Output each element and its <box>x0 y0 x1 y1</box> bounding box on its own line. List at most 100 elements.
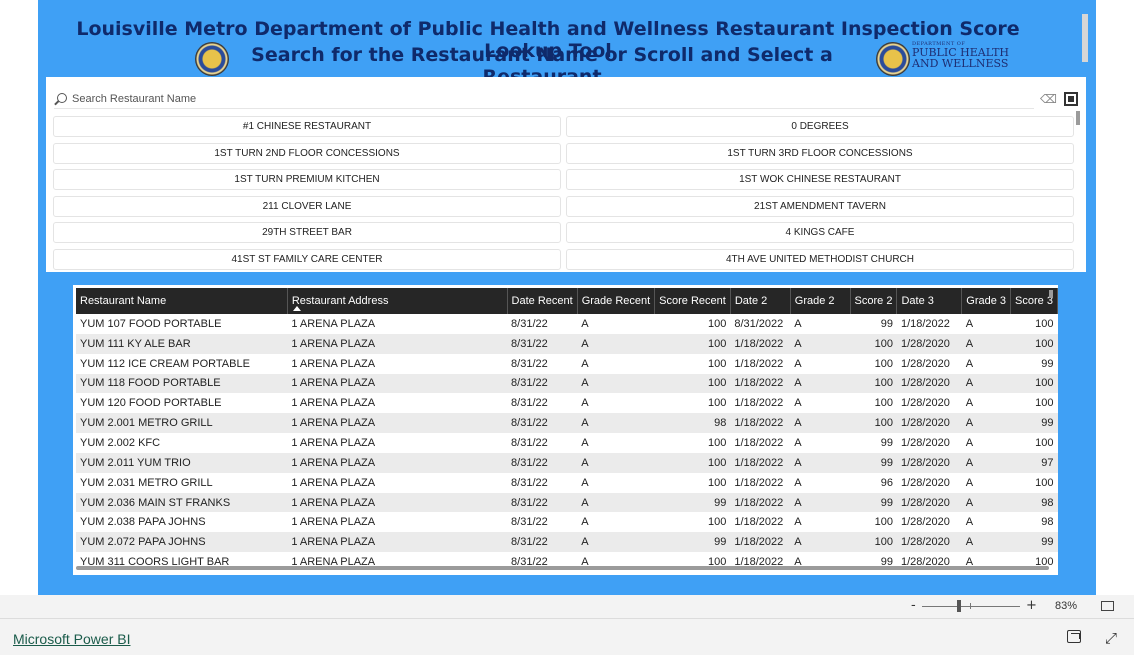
table-cell: 1/18/2022 <box>730 413 791 434</box>
table-row[interactable]: YUM 107 FOOD PORTABLE 1 ARENA PLAZA 8/31/2… <box>76 314 1058 334</box>
table-row[interactable]: YUM 2.031 METRO GRILL 1 ARENA PLAZA 8/31/2… <box>76 473 1058 493</box>
column-header[interactable]: Grade Recent <box>577 288 656 314</box>
search-placeholder: Search Restaurant Name <box>72 93 197 105</box>
column-header[interactable]: Restaurant Name <box>76 288 288 314</box>
zoom-slider-track[interactable] <box>922 606 1020 607</box>
table-cell: A <box>965 357 974 370</box>
column-header[interactable]: Date Recent <box>507 288 578 314</box>
slicer-item[interactable]: 1ST TURN 2ND FLOOR CONCESSIONS <box>53 142 561 164</box>
table-row[interactable]: YUM 2.072 PAPA JOHNS 1 ARENA PLAZA 8/31/22… <box>76 532 1058 553</box>
table-row[interactable]: YUM 2.002 KFC 1 ARENA PLAZA 8/31/22 A 100 1/1… <box>76 433 1058 453</box>
table-cell: A <box>790 492 851 513</box>
slicer-item[interactable]: 29TH STREET BAR <box>53 222 561 243</box>
column-header[interactable]: Score Recent <box>654 288 731 314</box>
table-cell: 1/28/2020 <box>900 357 950 370</box>
fit-to-page-icon[interactable] <box>1101 601 1114 611</box>
slicer-scrollbar[interactable] <box>1076 111 1080 125</box>
expand-icon[interactable]: ⤢ <box>1105 629 1117 647</box>
column-header-label: Score 3 <box>1015 295 1053 307</box>
search-icon <box>57 93 67 103</box>
table-row[interactable]: YUM 111 KY ALE BAR 1 ARENA PLAZA 8/31/22 A 1… <box>76 333 1058 354</box>
eraser-icon[interactable]: ⌫ <box>1040 92 1057 106</box>
table-cell: 100 <box>654 333 731 354</box>
table-row[interactable]: YUM 2.011 YUM TRIO 1 ARENA PLAZA 8/31/22 A 1… <box>76 452 1058 473</box>
table-cell: YUM 111 KY ALE BAR <box>76 333 288 354</box>
power-bi-link[interactable]: Microsoft Power BI <box>13 631 130 647</box>
slicer-item[interactable]: 1ST WOK CHINESE RESTAURANT <box>566 169 1074 190</box>
table-horizontal-scrollbar[interactable] <box>76 566 1049 570</box>
slicer-item[interactable]: 4 KINGS CAFE <box>566 222 1074 243</box>
table-row[interactable]: YUM 2.036 MAIN ST FRANKS 1 ARENA PLAZA 8/3… <box>76 492 1058 513</box>
slicer-item[interactable]: 41ST ST FAMILY CARE CENTER <box>53 248 561 270</box>
table-cell: A <box>961 452 1011 473</box>
table-cell: 100 <box>874 516 893 529</box>
table-row[interactable]: YUM 112 ICE CREAM PORTABLE 1 ARENA PLAZA 8… <box>76 354 1058 374</box>
slicer-item[interactable]: 1ST TURN 3RD FLOOR CONCESSIONS <box>566 142 1074 164</box>
column-header-label: Score 2 <box>854 295 893 307</box>
page-scrollbar[interactable] <box>1082 14 1088 62</box>
slicer-item[interactable]: 1ST TURN PREMIUM KITCHEN <box>53 169 561 190</box>
table-cell: YUM 2.001 METRO GRILL <box>76 413 288 434</box>
table-cell: A <box>794 476 802 489</box>
column-header-label: Restaurant Name <box>80 295 167 307</box>
table-cell: YUM 120 FOOD PORTABLE <box>80 397 222 410</box>
table-cell: 99 <box>654 532 731 553</box>
table-cell: 99 <box>1010 413 1058 434</box>
table-row[interactable]: YUM 2.001 METRO GRILL 1 ARENA PLAZA 8/31/2… <box>76 413 1058 434</box>
table-cell: 100 <box>850 373 897 394</box>
column-header[interactable]: Grade 2 <box>790 288 851 314</box>
table-cell: 8/31/22 <box>511 397 548 410</box>
table-row[interactable]: YUM 2.038 PAPA JOHNS 1 ARENA PLAZA 8/31/22… <box>76 512 1058 532</box>
zoom-out-button[interactable]: - <box>911 598 916 613</box>
table-cell: 1/18/2022 <box>734 516 784 529</box>
table-row[interactable]: YUM 118 FOOD PORTABLE 1 ARENA PLAZA 8/31/2… <box>76 373 1058 394</box>
slicer-item[interactable]: 211 CLOVER LANE <box>53 195 561 217</box>
table-cell: YUM 112 ICE CREAM PORTABLE <box>80 357 250 370</box>
table-cell: 1/28/2020 <box>900 436 950 449</box>
column-header[interactable]: Grade 3 <box>961 288 1012 314</box>
right-margin <box>1096 0 1134 595</box>
slicer-item[interactable]: 0 DEGREES <box>566 116 1074 137</box>
share-icon[interactable] <box>1067 630 1081 643</box>
column-header-label: Date Recent <box>511 295 573 307</box>
column-header-label: Date 2 <box>734 295 768 307</box>
table-cell: 1 ARENA PLAZA <box>291 317 376 330</box>
column-header-label: Grade 3 <box>966 295 1007 307</box>
zoom-bar: - + 83% <box>0 595 1134 619</box>
column-header[interactable]: Restaurant Address <box>287 288 508 314</box>
restaurant-slicer: Search Restaurant Name ⌫ #1 CHINESE REST… <box>46 77 1086 272</box>
table-cell: A <box>577 373 655 394</box>
focus-mode-icon[interactable] <box>1064 92 1078 106</box>
slicer-item[interactable]: 4TH AVE UNITED METHODIST CHURCH <box>566 248 1074 270</box>
table-cell: 1/18/2022 <box>734 476 784 489</box>
table-row[interactable]: YUM 120 FOOD PORTABLE 1 ARENA PLAZA 8/31/2… <box>76 393 1058 413</box>
footer: Microsoft Power BI ⤢ <box>0 620 1134 655</box>
table-vertical-scrollbar[interactable] <box>1049 290 1053 298</box>
table-cell: 1 ARENA PLAZA <box>287 333 508 354</box>
table-cell: A <box>965 476 974 489</box>
table-cell: 100 <box>707 436 727 449</box>
table-cell: 100 <box>707 516 727 529</box>
table-cell: A <box>581 516 589 529</box>
column-header[interactable]: Date 2 <box>730 288 791 314</box>
table-cell: 1/18/2022 <box>730 492 791 513</box>
table-cell: A <box>965 516 974 529</box>
table-cell: 100 <box>1035 476 1054 489</box>
table-cell: A <box>577 333 655 354</box>
table-cell: 8/31/22 <box>511 317 548 330</box>
table-cell: A <box>581 436 589 449</box>
table-cell: 1/28/2020 <box>900 397 950 410</box>
slicer-item[interactable]: 21ST AMENDMENT TAVERN <box>566 195 1074 217</box>
table-cell: A <box>965 317 974 330</box>
table-cell: 1/18/2022 <box>730 373 791 394</box>
slicer-item[interactable]: #1 CHINESE RESTAURANT <box>53 116 561 137</box>
table-cell: 100 <box>1010 333 1058 354</box>
table-cell: 98 <box>654 413 731 434</box>
zoom-in-button[interactable]: + <box>1026 598 1037 613</box>
search-input[interactable]: Search Restaurant Name <box>54 89 1034 109</box>
column-header[interactable]: Date 3 <box>896 288 963 314</box>
column-header[interactable]: Score 2 <box>850 288 898 314</box>
table-cell: 100 <box>654 452 731 473</box>
table-cell: A <box>577 413 655 434</box>
zoom-slider-thumb[interactable] <box>957 600 962 612</box>
